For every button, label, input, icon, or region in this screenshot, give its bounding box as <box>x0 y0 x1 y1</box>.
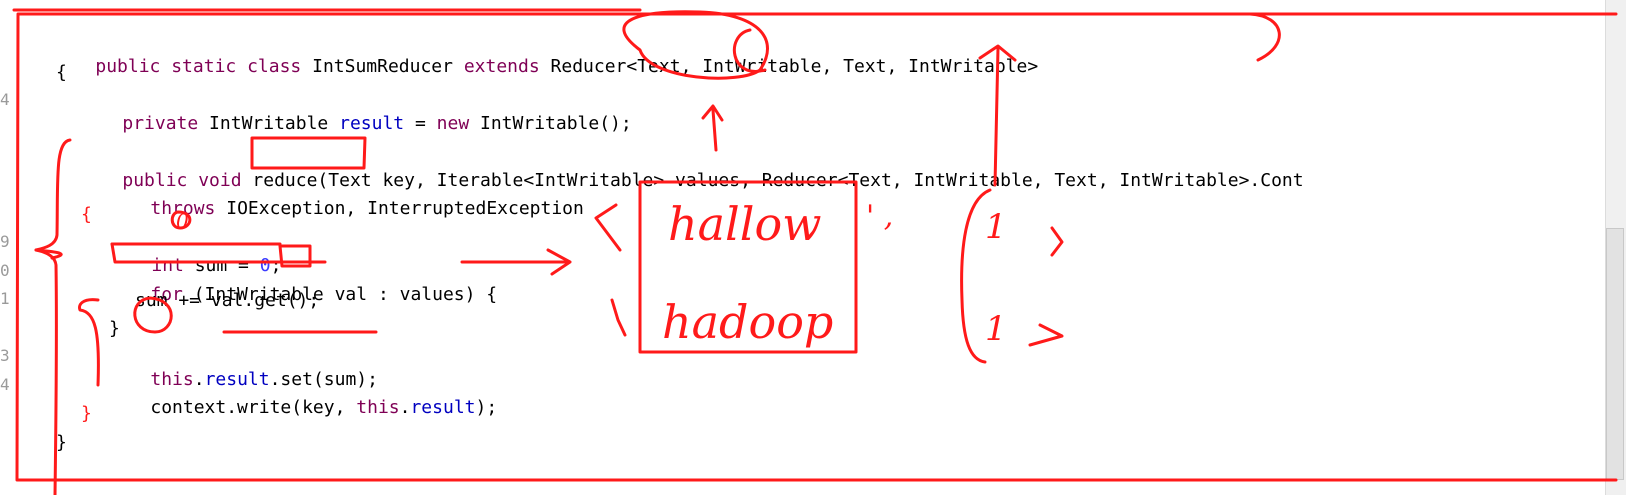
pen-annotations-layer: hallow hadoop ' , 1 1 0 <box>12 8 1618 495</box>
brace-annotation <box>34 138 72 495</box>
arrow-annotation <box>701 104 724 152</box>
svg-text:0: 0 <box>176 209 189 233</box>
svg-text:1: 1 <box>985 309 1007 349</box>
handwritten-word: hallow <box>668 197 822 251</box>
box-annotation <box>250 136 367 170</box>
arrow-annotation <box>978 44 1017 187</box>
handwritten-word: hadoop <box>662 295 833 349</box>
svg-text:' ,: ' , <box>866 199 893 234</box>
brace-annotation <box>78 298 100 387</box>
circle-annotation <box>733 28 767 73</box>
circle-annotation <box>133 296 173 334</box>
arrow-annotation <box>460 248 572 276</box>
svg-text:1: 1 <box>985 207 1007 247</box>
